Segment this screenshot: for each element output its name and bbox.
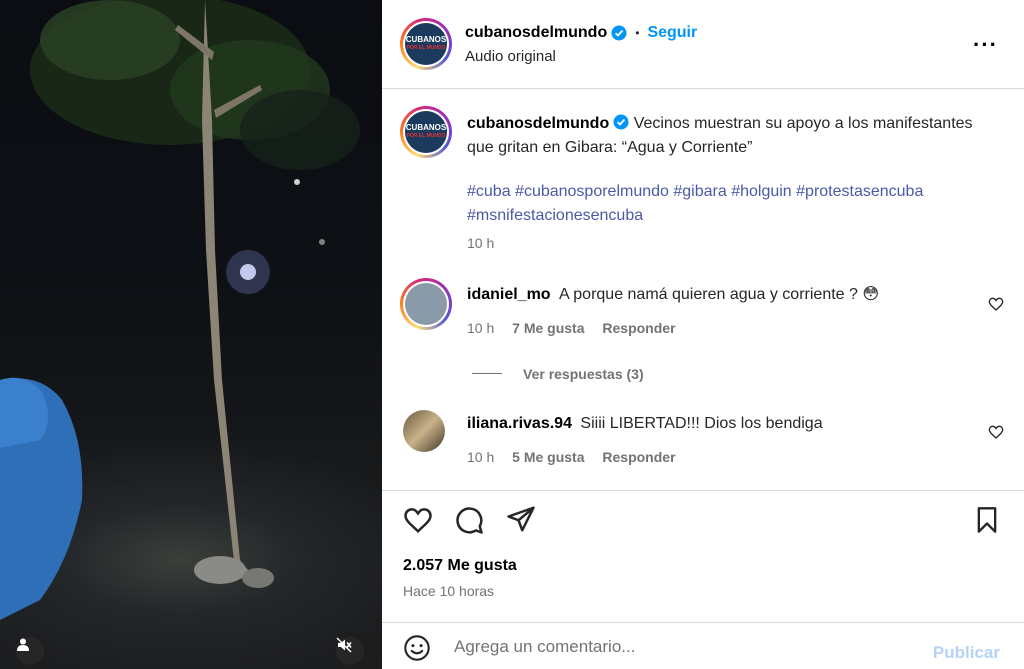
caption-username[interactable]: cubanosdelmundo xyxy=(467,115,609,132)
comment-likes[interactable]: 5 Me gusta xyxy=(512,449,584,465)
post-sidebar: CUBANOS POR EL MUNDO cubanosdelmundo • S… xyxy=(382,0,1024,669)
likes-count[interactable]: 2.057 Me gusta xyxy=(403,557,517,575)
heart-icon[interactable] xyxy=(403,505,433,535)
comment-item: iliana.rivas.94 Siiii LIBERTAD!!! Dios l… xyxy=(467,413,823,435)
comment-username[interactable]: iliana.rivas.94 xyxy=(467,415,572,432)
user-tag-icon xyxy=(17,638,29,651)
comment-username[interactable]: idaniel_mo xyxy=(467,286,551,303)
verified-badge-icon xyxy=(613,114,629,130)
post-video[interactable] xyxy=(0,0,382,669)
comments-section: CUBANOS POR EL MUNDO cubanosdelmundo Vec… xyxy=(382,90,1024,490)
comment-avatar[interactable] xyxy=(400,278,452,330)
caption: cubanosdelmundo Vecinos muestran su apoy… xyxy=(467,112,987,160)
verified-badge-icon xyxy=(611,25,627,41)
comment-item: idaniel_mo A porque namá quieren agua y … xyxy=(467,284,879,306)
comment-time[interactable]: 10 h xyxy=(467,449,494,465)
action-bar: 2.057 Me gusta Hace 10 horas xyxy=(382,490,1024,620)
tag-users-button[interactable] xyxy=(16,637,44,665)
comment-text: Siiii LIBERTAD!!! Dios los bendiga xyxy=(580,415,823,432)
caption-hashtags[interactable]: #cuba #cubanosporelmundo #gibara #holgui… xyxy=(467,180,1007,228)
comment-avatar[interactable] xyxy=(403,410,445,452)
comment-time[interactable]: 10 h xyxy=(467,320,494,336)
comment-text: A porque namá quieren agua y corriente ?… xyxy=(559,286,880,303)
comment-meta: 10 h 7 Me gusta Responder xyxy=(467,320,676,336)
avatar-logo-subtext: POR EL MUNDO xyxy=(406,133,446,139)
post-time: Hace 10 horas xyxy=(403,583,495,599)
header-username[interactable]: cubanosdelmundo xyxy=(465,24,607,42)
video-frame xyxy=(0,0,360,620)
separator-dot: • xyxy=(635,26,640,40)
avatar-logo-text: CUBANOS xyxy=(405,123,447,132)
audio-label[interactable]: Audio original xyxy=(465,48,556,65)
caption-avatar[interactable]: CUBANOS POR EL MUNDO xyxy=(400,106,452,158)
reply-button[interactable]: Responder xyxy=(602,320,675,336)
muted-audio-icon xyxy=(336,637,352,653)
avatar-logo-subtext: POR EL MUNDO xyxy=(406,45,446,51)
avatar-logo-text: CUBANOS xyxy=(405,35,447,44)
replies-divider xyxy=(472,373,502,374)
comment-input[interactable] xyxy=(454,637,914,657)
more-options-button[interactable]: ··· xyxy=(973,32,998,58)
emoji-icon[interactable] xyxy=(403,634,431,662)
comment-likes[interactable]: 7 Me gusta xyxy=(512,320,584,336)
mute-toggle-button[interactable] xyxy=(336,637,364,665)
more-options-icon: ··· xyxy=(973,32,998,57)
view-replies-button[interactable]: Ver respuestas (3) xyxy=(523,366,644,382)
share-icon[interactable] xyxy=(506,504,536,534)
comment-meta: 10 h 5 Me gusta Responder xyxy=(467,449,676,465)
bookmark-icon[interactable] xyxy=(973,505,1001,535)
publish-button[interactable]: Publicar xyxy=(933,643,1000,663)
comment-icon[interactable] xyxy=(454,505,484,535)
post-header: CUBANOS POR EL MUNDO cubanosdelmundo • S… xyxy=(382,0,1024,89)
follow-button[interactable]: Seguir xyxy=(647,24,697,42)
caption-time[interactable]: 10 h xyxy=(467,235,494,251)
avatar[interactable]: CUBANOS POR EL MUNDO xyxy=(400,18,452,70)
comment-heart-icon[interactable] xyxy=(988,424,1004,440)
comment-heart-icon[interactable] xyxy=(988,296,1004,312)
reply-button[interactable]: Responder xyxy=(602,449,675,465)
comment-composer: Publicar xyxy=(382,622,1024,669)
